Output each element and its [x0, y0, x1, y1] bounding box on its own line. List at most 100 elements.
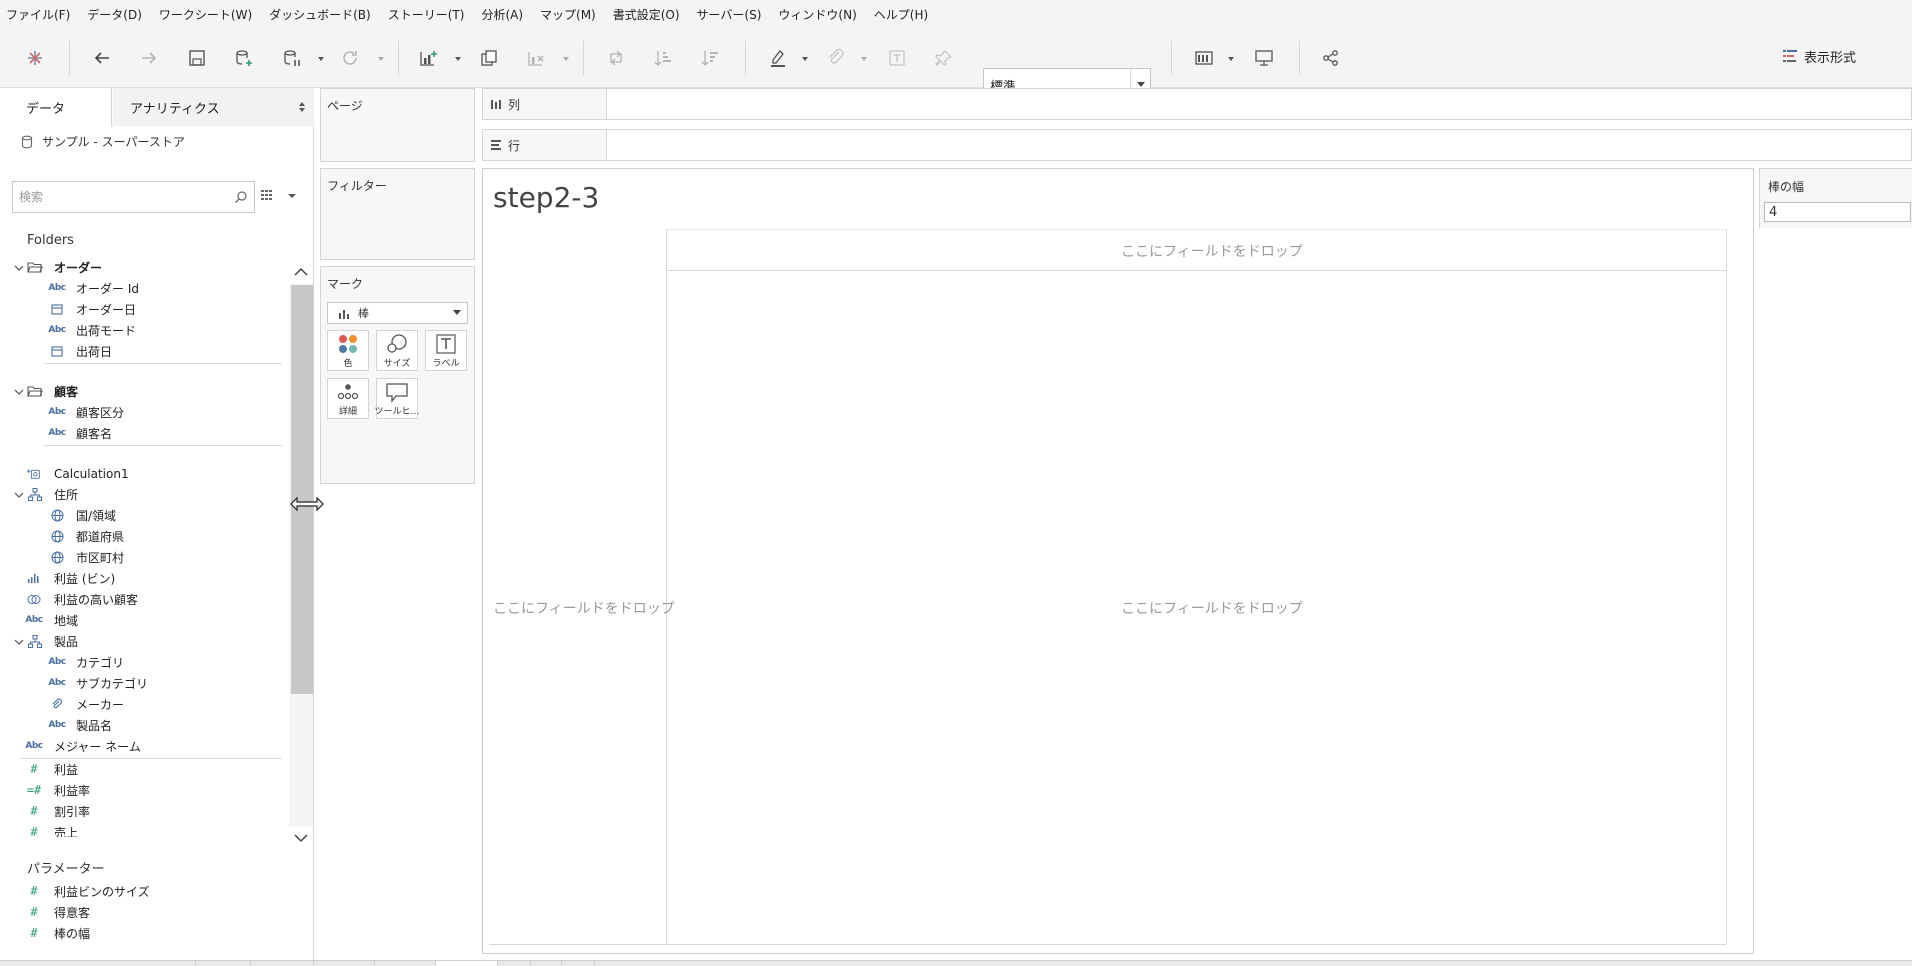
field-maker[interactable]: メーカー: [0, 694, 290, 715]
pause-updates-dropdown-icon[interactable]: [317, 55, 325, 63]
field-measure-names[interactable]: Abc メジャー ネーム: [0, 736, 290, 757]
hierarchy-product[interactable]: 製品: [0, 631, 290, 652]
sort-descending-icon[interactable]: [698, 45, 724, 71]
field-customer-segment[interactable]: Abc 顧客区分: [0, 402, 290, 423]
field-ship-mode[interactable]: Abc 出荷モード: [0, 320, 290, 341]
sheet-tab[interactable]: [314, 961, 375, 966]
redo-icon[interactable]: [136, 45, 162, 71]
menu-analysis[interactable]: 分析(A): [481, 6, 523, 23]
menu-help[interactable]: ヘルプ(H): [874, 6, 928, 23]
chevron-down-icon[interactable]: [14, 387, 24, 397]
menu-file[interactable]: ファイル(F): [6, 6, 70, 23]
search-icon[interactable]: [234, 190, 248, 204]
new-datasource-icon[interactable]: [231, 45, 257, 71]
param-profit-bin-size[interactable]: # 利益ビンのサイズ: [0, 881, 290, 902]
drop-zone-marks[interactable]: ここにフィールドをドロップ: [1121, 598, 1303, 618]
search-box[interactable]: [12, 181, 255, 213]
show-cards-dropdown-icon[interactable]: [1227, 55, 1235, 63]
field-subcategory[interactable]: Abc サブカテゴリ: [0, 673, 290, 694]
clear-sheet-dropdown-icon[interactable]: [562, 55, 570, 63]
menu-story[interactable]: ストーリー(T): [388, 6, 465, 23]
refresh-dropdown-icon[interactable]: [377, 55, 385, 63]
view-as-list-icon[interactable]: [260, 187, 276, 203]
share-icon[interactable]: [1318, 45, 1344, 71]
scroll-up-icon[interactable]: [293, 265, 309, 279]
bar-width-input[interactable]: [1764, 202, 1911, 222]
size-button[interactable]: サイズ: [376, 330, 418, 371]
show-me-button[interactable]: 表示形式: [1782, 45, 1856, 67]
sheet-tab[interactable]: [498, 961, 531, 966]
filters-shelf[interactable]: フィルター: [320, 168, 475, 260]
hierarchy-address[interactable]: 住所: [0, 484, 290, 505]
menu-dashboard[interactable]: ダッシュボード(B): [269, 6, 371, 23]
rows-shelf[interactable]: 行: [482, 129, 1912, 161]
tableau-logo-icon[interactable]: [22, 45, 48, 71]
chevron-down-icon[interactable]: [14, 263, 24, 273]
set-high-profit-customers[interactable]: 利益の高い顧客: [0, 589, 290, 610]
new-worksheet-dropdown-icon[interactable]: [454, 55, 462, 63]
save-icon[interactable]: [184, 45, 210, 71]
sheet-tab[interactable]: [375, 961, 436, 966]
mark-type-select[interactable]: 棒: [327, 302, 468, 324]
sheet-tab[interactable]: [0, 961, 196, 966]
menu-data[interactable]: データ(D): [87, 6, 142, 23]
show-cards-icon[interactable]: [1191, 45, 1217, 71]
tab-data[interactable]: データ: [0, 88, 112, 127]
field-region[interactable]: Abc 地域: [0, 610, 290, 631]
drop-zone-columns[interactable]: ここにフィールドをドロップ: [1121, 241, 1303, 261]
detail-button[interactable]: 詳細: [327, 378, 369, 419]
sheet-title[interactable]: step2-3: [493, 181, 599, 214]
label-button[interactable]: ラベル: [425, 330, 467, 371]
field-profit-ratio[interactable]: =# 利益率: [0, 780, 290, 801]
field-order-id[interactable]: Abc オーダー Id: [0, 278, 290, 299]
pages-shelf[interactable]: ページ: [320, 88, 475, 162]
datasource-item[interactable]: サンプル - スーパーストア: [20, 133, 185, 150]
chevron-down-icon[interactable]: [14, 490, 24, 500]
drop-zone-rows[interactable]: ここにフィールドをドロップ: [493, 598, 675, 618]
worksheet-view[interactable]: step2-3 ここにフィールドをドロップ ここにフィールドをドロップ ここにフ…: [482, 168, 1754, 954]
fix-axes-icon[interactable]: [931, 45, 957, 71]
swap-rows-columns-icon[interactable]: [603, 45, 629, 71]
sort-ascending-icon[interactable]: [651, 45, 677, 71]
columns-shelf[interactable]: 列: [482, 88, 1912, 120]
field-order-date[interactable]: オーダー日: [0, 299, 290, 320]
sheet-tab[interactable]: [436, 961, 498, 966]
menu-window[interactable]: ウィンドウ(N): [778, 6, 856, 23]
field-city[interactable]: 市区町村: [0, 547, 290, 568]
group-members-icon[interactable]: [823, 45, 849, 71]
field-category[interactable]: Abc カテゴリ: [0, 652, 290, 673]
sheet-tab[interactable]: [251, 961, 314, 966]
sheet-tab[interactable]: [196, 961, 251, 966]
menu-format[interactable]: 書式設定(O): [613, 6, 680, 23]
highlight-icon[interactable]: [765, 45, 791, 71]
field-sales[interactable]: # 売上: [0, 822, 290, 837]
param-bar-width[interactable]: # 棒の幅: [0, 923, 290, 944]
param-top-customers[interactable]: # 得意客: [0, 902, 290, 923]
sheet-tab[interactable]: [562, 961, 595, 966]
field-tree-scrollbar[interactable]: [289, 263, 313, 846]
presentation-mode-icon[interactable]: [1251, 45, 1277, 71]
menu-server[interactable]: サーバー(S): [697, 6, 762, 23]
field-profit-bin[interactable]: 利益 (ビン): [0, 568, 290, 589]
duplicate-sheet-icon[interactable]: [476, 45, 502, 71]
field-customer-name[interactable]: Abc 顧客名: [0, 423, 290, 444]
menu-map[interactable]: マップ(M): [540, 6, 596, 23]
clear-sheet-icon[interactable]: [523, 45, 549, 71]
pane-menu-dropdown-icon[interactable]: [287, 192, 297, 200]
field-prefecture[interactable]: 都道府県: [0, 526, 290, 547]
field-profit[interactable]: # 利益: [0, 759, 290, 780]
color-button[interactable]: 色: [327, 330, 369, 371]
new-worksheet-icon[interactable]: [415, 45, 441, 71]
field-discount[interactable]: # 割引率: [0, 801, 290, 822]
search-input[interactable]: [19, 190, 219, 204]
menu-worksheet[interactable]: ワークシート(W): [159, 6, 252, 23]
chevron-down-icon[interactable]: [14, 637, 24, 647]
undo-icon[interactable]: [89, 45, 115, 71]
field-calculation1[interactable]: Calculation1: [0, 463, 290, 484]
folder-order[interactable]: オーダー: [0, 257, 290, 278]
refresh-icon[interactable]: [337, 45, 363, 71]
sheet-tab[interactable]: [531, 961, 562, 966]
show-mark-labels-icon[interactable]: [884, 45, 910, 71]
group-dropdown-icon[interactable]: [860, 55, 868, 63]
scroll-thumb[interactable]: [291, 285, 313, 694]
